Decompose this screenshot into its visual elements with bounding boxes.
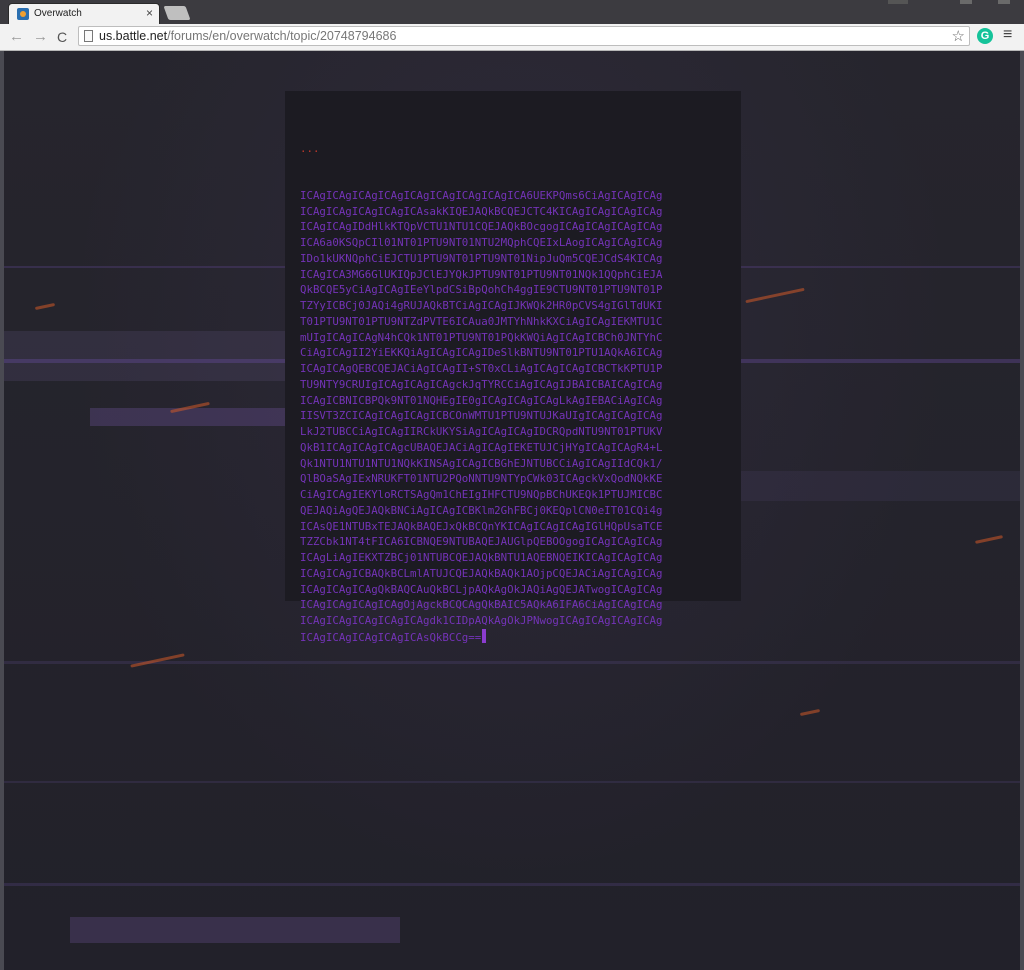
code-line: LkJ2TUBCCiAgICAgIIRCkUKYSiAgICAgICAgIDCR… <box>300 425 663 438</box>
ellipsis-line: ... <box>300 141 320 155</box>
code-line: QEJAQiAgQEJAQkBNCiAgICAgICBKlm2GhFBCj0KE… <box>300 503 663 517</box>
code-line: QkBCQE5yCiAgICAgIEeYlpdCSiBpQohCh4ggIE9C… <box>300 283 663 297</box>
code-line: ICAgICAgICBAQkBCLmlATUJCQEJAQkBAQk1AOjpC… <box>300 566 663 580</box>
code-line: IISVT3ZCICAgICAgICAgICBCOnWMTU1PTU9NTUJK… <box>300 409 663 423</box>
code-line: ICAgICAgICAgICAgICAgdk1CIDpAQkAgOkJPNwog… <box>300 614 663 627</box>
maximize-window-button[interactable] <box>960 0 972 4</box>
code-line: CiAgICAgIEKYloRCTSAgQm1ChEIgIHFCTU9NQpBC… <box>300 488 663 501</box>
code-line: ICAgICAgICAgICAgOjAgckBCQCAgQkBAIC5AQkA6… <box>300 598 663 612</box>
url-path: /forums/en/overwatch/topic/20748794686 <box>167 29 397 43</box>
browser-toolbar: ← → C us.battle.net/forums/en/overwatch/… <box>0 24 1024 51</box>
close-window-button[interactable] <box>998 0 1010 4</box>
code-line: QlBOaSAgIExNRUKFT01NTU2PQoNNTU9NTYpCWk03… <box>300 472 663 486</box>
code-line: TU9NTY9CRUIgICAgICAgICAgckJqTYRCCiAgICAg… <box>300 377 663 391</box>
encoded-message-text: ... ICAgICAgICAgICAgICAgICAgICAgICAgICA6… <box>300 109 662 645</box>
code-line: ICAgICAgICAgICAgICAsQkBCCg== <box>300 628 662 645</box>
code-line: ICAgICBNICBPQk9NT01NQHEgIE0gICAgICAgICAg… <box>300 393 663 407</box>
minimize-window-button[interactable] <box>888 0 908 4</box>
ember-streak <box>745 287 805 304</box>
code-line: ICAgLiAgIEKXTZBCj01NTUBCQEJAQkBNTU1AQEBN… <box>300 551 663 564</box>
code-line: QkB1ICAgICAgICAgcUBAQEJACiAgICAgIEKETUJC… <box>300 440 663 454</box>
code-line: T01PTU9NT01PTU9NTZdPVTE6ICAua0JMTYhNhkKX… <box>300 314 663 328</box>
encoded-message-panel: ... ICAgICAgICAgICAgICAgICAgICAgICAgICA6… <box>285 91 741 644</box>
ember-streak <box>974 535 1004 544</box>
text-cursor <box>482 628 487 643</box>
url-host: us.battle.net <box>99 29 168 43</box>
tab-title: Overwatch <box>34 8 82 19</box>
tab-close-icon[interactable]: × <box>146 7 153 19</box>
glitch-block <box>90 408 290 426</box>
glitch-line <box>0 781 1024 783</box>
reload-icon[interactable]: C <box>57 28 67 46</box>
glitch-block <box>0 331 320 381</box>
browser-tab[interactable]: Overwatch × <box>8 3 160 24</box>
code-line: ICA6a0KSQpCIl01NT01PTU9NT01NTU2MQphCQEIx… <box>300 236 663 249</box>
back-arrow-icon[interactable]: ← <box>9 28 24 46</box>
forward-arrow-icon[interactable]: → <box>33 28 48 46</box>
code-line: TZZCbk1NT4tFICA6ICBNQE9NTUBAQEJAUGlpQEBO… <box>300 535 663 549</box>
tab-strip: Overwatch × <box>0 0 1024 24</box>
overwatch-favicon-icon <box>17 8 29 20</box>
page-info-icon[interactable] <box>84 30 93 42</box>
code-line: ICAgICAgICAgQkBAQCAuQkBCLjpAQkAgOkJAQiAg… <box>300 582 663 596</box>
code-line: mUIgICAgICAgN4hCQk1NT01PTU9NT01PQkKWQiAg… <box>300 330 663 344</box>
chrome-menu-icon[interactable]: ≡ <box>1003 26 1012 44</box>
ember-streak <box>34 302 56 311</box>
glitch-line <box>0 883 1024 886</box>
code-line: ICAgICAgICAgICAgICAsakKIQEJAQkBCQEJCTC4K… <box>300 204 663 218</box>
code-line: ICAgICA3MG6GlUKIQpJClEJYQkJPTU9NT01PTU9N… <box>300 267 663 281</box>
code-line: TZYyICBCj0JAQi4gRUJAQkBTCiAgICAgIJKWQk2H… <box>300 299 663 312</box>
grammarly-extension-icon[interactable]: G <box>977 28 993 44</box>
code-line: CiAgICAgII2YiEKKQiAgICAgICAgIDeSlkBNTU9N… <box>300 346 663 360</box>
bookmark-star-icon[interactable]: ☆ <box>952 27 965 45</box>
glitch-block <box>70 917 400 943</box>
ember-streak <box>799 708 821 717</box>
address-bar[interactable]: us.battle.net/forums/en/overwatch/topic/… <box>78 26 970 46</box>
code-line: Qk1NTU1NTU1NTU1NQkKINSAgICAgICBGhEJNTUBC… <box>300 456 663 470</box>
code-line: ICAgICAgQEBCQEJACiAgICAgII+ST0xCLiAgICAg… <box>300 362 663 375</box>
new-tab-button[interactable] <box>163 6 191 20</box>
code-line: IDo1kUKNQphCiEJCTU1PTU9NT01PTU9NT01NipJu… <box>300 251 663 265</box>
code-line: ICAgICAgICAgICAgICAgICAgICAgICAgICA6UEKP… <box>300 188 663 202</box>
code-line: ICAgICAgIDdHlkKTQpVCTU1NTU1CQEJAQkBOcgog… <box>300 220 663 234</box>
code-line: ICAsQE1NTUBxTEJAQkBAQEJxQkBCQnYKICAgICAg… <box>300 519 663 533</box>
window-border-left <box>0 51 4 970</box>
window-border-right <box>1020 51 1024 970</box>
url-text: us.battle.net/forums/en/overwatch/topic/… <box>99 29 396 43</box>
